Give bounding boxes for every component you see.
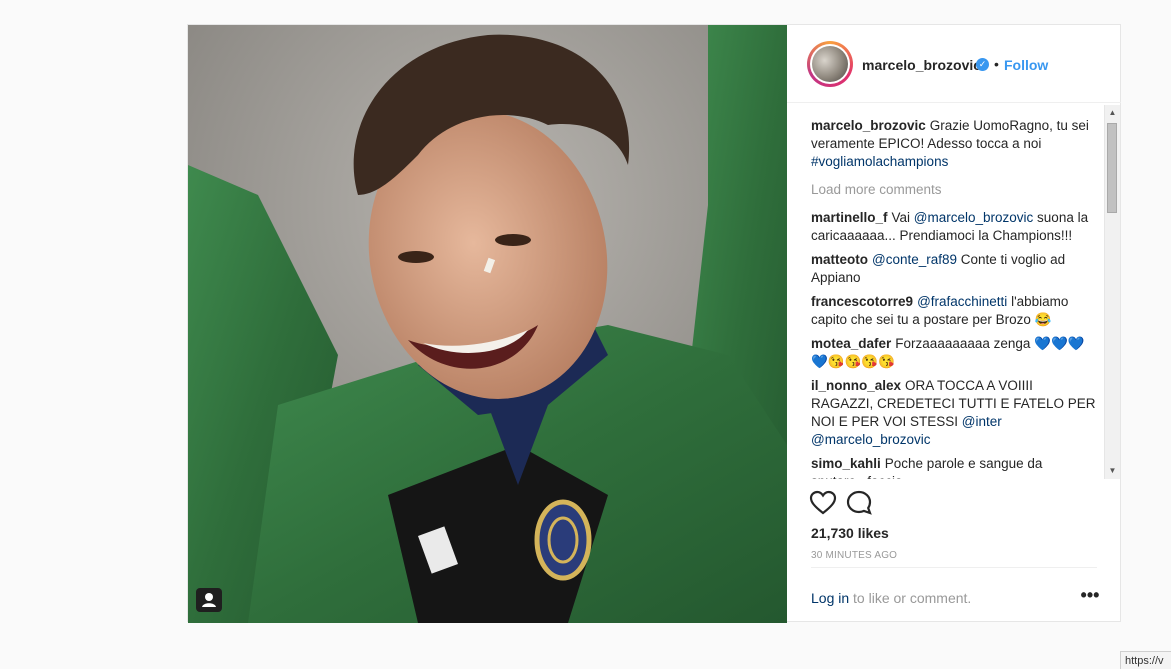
load-more-comments-button[interactable]: Load more comments <box>811 181 1097 199</box>
comment-mention[interactable]: @conte_raf89 <box>872 252 957 267</box>
post-caption: marcelo_brozovic Grazie UomoRagno, tu sei… <box>811 117 1097 171</box>
comment-text: Vai <box>891 210 914 225</box>
comment-username[interactable]: francescotorre9 <box>811 294 913 309</box>
comment-username[interactable]: il_nonno_alex <box>811 378 901 393</box>
comment-item: matteoto @conte_raf89 Conte ti voglio ad … <box>811 251 1097 287</box>
comment-username[interactable]: matteoto <box>811 252 868 267</box>
speech-bubble-icon[interactable] <box>845 489 873 517</box>
scroll-thumb[interactable] <box>1107 123 1117 213</box>
post-timestamp: 30 MINUTES AGO <box>811 550 898 561</box>
divider <box>811 567 1097 568</box>
comment-mention[interactable]: @frafacchinetti <box>917 294 1007 309</box>
more-options-icon[interactable]: ••• <box>1080 583 1100 611</box>
login-link[interactable]: Log in <box>811 590 849 606</box>
comment-item: simo_kahliPoche parole e sangue da sputa… <box>811 455 1097 479</box>
comment-mention[interactable]: @inter <box>962 414 1002 429</box>
comment-mention[interactable]: @marcelo_brozovic <box>914 210 1034 225</box>
verified-badge-icon: ✓ <box>976 58 989 71</box>
post-photo[interactable] <box>188 25 787 623</box>
post-sidebar: marcelo_brozovic ✓ • Follow marcelo_broz… <box>787 25 1121 621</box>
post-card: marcelo_brozovic ✓ • Follow marcelo_broz… <box>187 24 1121 623</box>
post-username[interactable]: marcelo_brozovic <box>862 57 981 73</box>
follow-button[interactable]: Follow <box>1004 57 1048 73</box>
comment-item: motea_dafer Forzaaaaaaaaa zenga 💙💙💙💙😘😘😘😘 <box>811 335 1097 371</box>
login-prompt: Log in to like or comment. <box>811 590 971 606</box>
scroll-down-arrow-icon[interactable]: ▼ <box>1105 463 1120 479</box>
comment-username[interactable]: martinello_f <box>811 210 888 225</box>
comment-mention[interactable]: @marcelo_brozovic <box>811 432 931 447</box>
comment-username[interactable]: simo_kahli <box>811 456 881 471</box>
caption-username[interactable]: marcelo_brozovic <box>811 118 926 133</box>
comments-list: marcelo_brozovic Grazie UomoRagno, tu sei… <box>811 105 1097 479</box>
avatar[interactable] <box>807 41 853 87</box>
likes-count[interactable]: 21,730 likes <box>811 525 889 541</box>
comment-item: il_nonno_alex ORA TOCCA A VOIIII RAGAZZI,… <box>811 377 1097 449</box>
browser-status-url: https://v <box>1120 651 1171 669</box>
comment-item: francescotorre9 @frafacchinetti l'abbiamo… <box>811 293 1097 329</box>
player-photo-illustration <box>188 25 787 623</box>
comment-username[interactable]: motea_dafer <box>811 336 891 351</box>
comments-scrollbar[interactable]: ▲ ▼ <box>1104 105 1120 479</box>
post-header: marcelo_brozovic ✓ • Follow <box>787 25 1121 103</box>
caption-hashtag[interactable]: #vogliamolachampions <box>811 154 948 169</box>
comment-item: martinello_f Vai @marcelo_brozovic suona … <box>811 209 1097 245</box>
separator-dot: • <box>994 56 999 72</box>
scroll-up-arrow-icon[interactable]: ▲ <box>1105 105 1120 121</box>
login-prompt-text: to like or comment. <box>849 590 972 606</box>
heart-icon[interactable] <box>809 489 837 517</box>
user-tag-icon[interactable] <box>196 588 222 612</box>
